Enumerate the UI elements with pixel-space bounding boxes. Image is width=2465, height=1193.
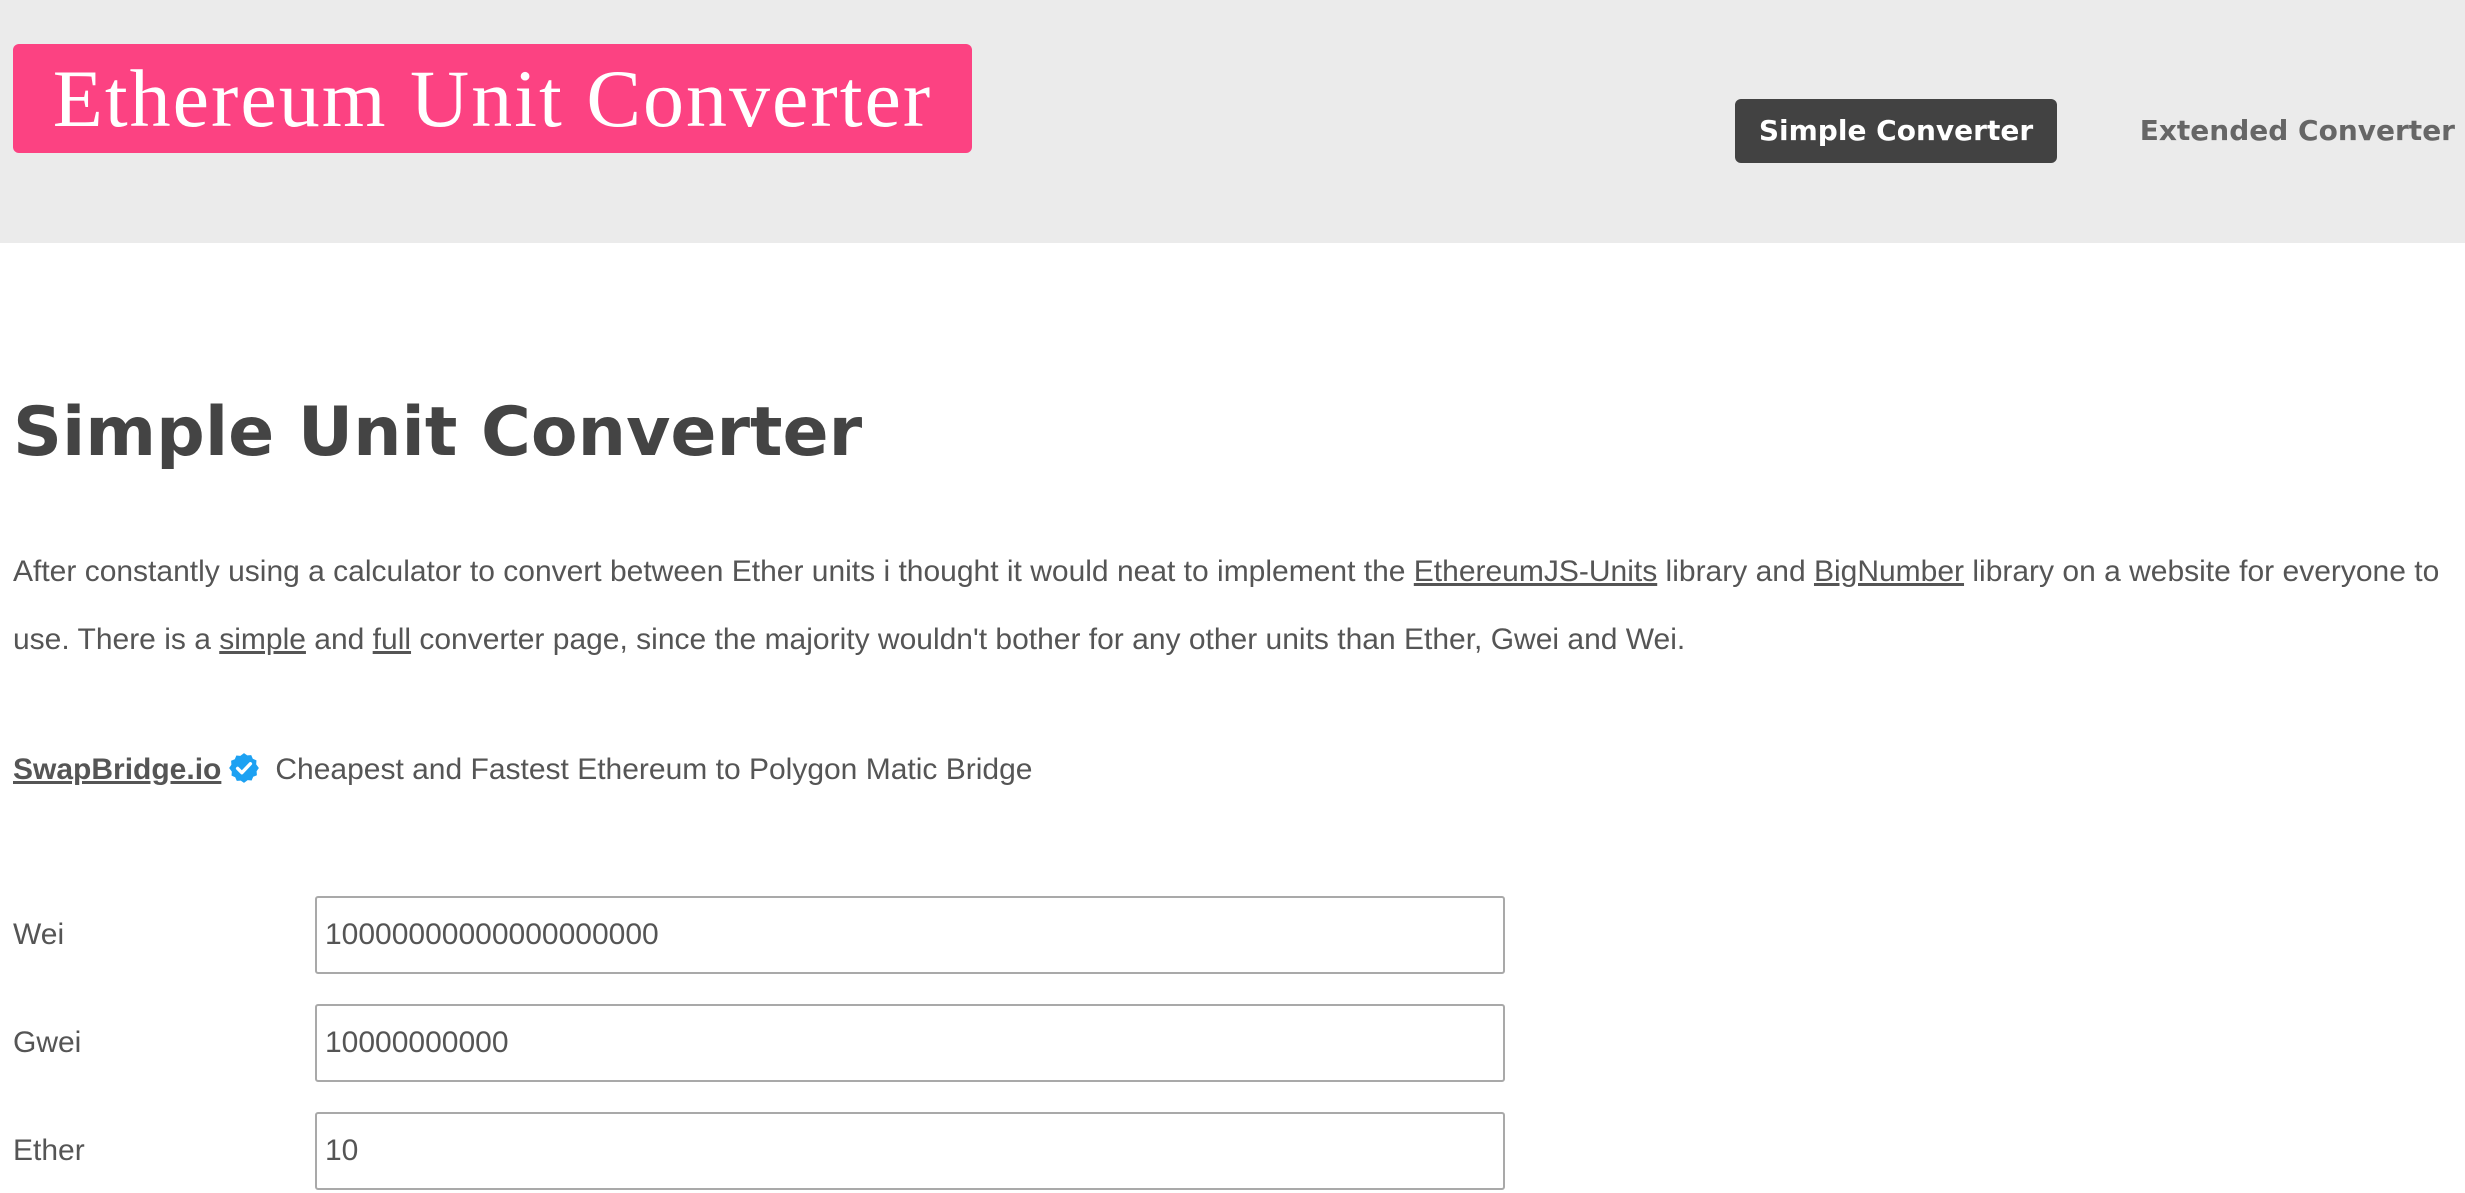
full-page-link[interactable]: full xyxy=(373,623,411,656)
wei-label: Wei xyxy=(13,918,65,951)
verified-check-icon xyxy=(227,751,261,785)
promo-banner: SwapBridge.io Cheapest and Fastest Ethere… xyxy=(13,745,1032,795)
intro-text-5: converter page, since the majority would… xyxy=(411,623,1686,656)
intro-paragraph: After constantly using a calculator to c… xyxy=(13,538,2453,674)
ethereumjs-units-link[interactable]: EthereumJS-Units xyxy=(1414,555,1657,588)
wei-input[interactable] xyxy=(315,896,1505,974)
intro-text-2: library and xyxy=(1657,555,1814,588)
site-logo[interactable]: Ethereum Unit Converter xyxy=(13,44,972,153)
intro-text-4: and xyxy=(305,623,373,656)
simple-page-link[interactable]: simple xyxy=(219,623,306,656)
site-header: Ethereum Unit Converter Simple Converter… xyxy=(0,0,2465,243)
intro-text-1: After constantly using a calculator to c… xyxy=(13,555,1414,588)
gwei-input[interactable] xyxy=(315,1004,1505,1082)
nav-extended-converter-link[interactable]: Extended Converter xyxy=(2105,99,2455,163)
gwei-label: Gwei xyxy=(13,1026,82,1059)
nav-simple-converter-button[interactable]: Simple Converter xyxy=(1735,99,2057,163)
swapbridge-link[interactable]: SwapBridge.io xyxy=(13,753,221,786)
bignumber-link[interactable]: BigNumber xyxy=(1814,555,1964,588)
page-title: Simple Unit Converter xyxy=(13,393,863,472)
ether-label: Ether xyxy=(13,1134,85,1167)
ether-input[interactable] xyxy=(315,1112,1505,1190)
promo-description: Cheapest and Fastest Ethereum to Polygon… xyxy=(275,753,1033,786)
